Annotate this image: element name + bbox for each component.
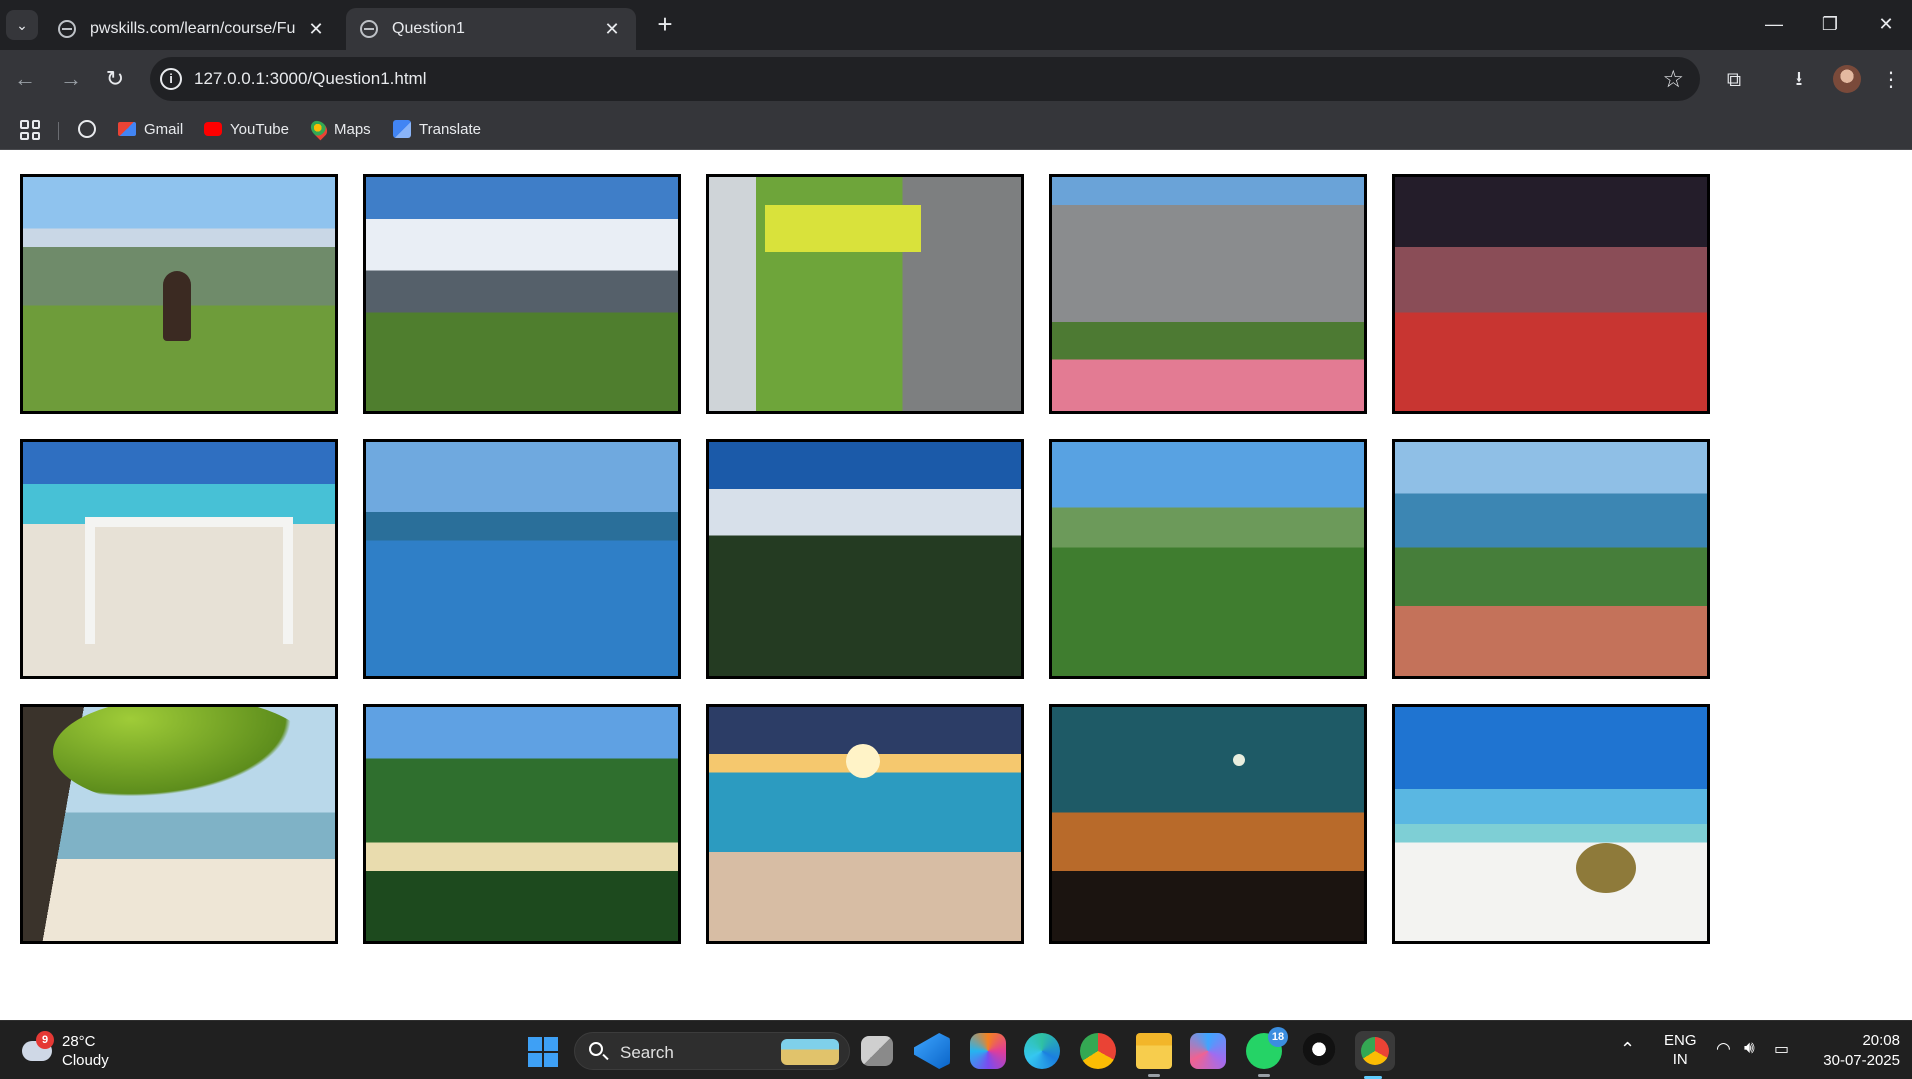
site-info-icon[interactable]: i [160,68,182,90]
globe-bookmark[interactable] [78,118,104,140]
globe-icon [58,20,76,38]
clock-time: 20:08 [1862,1032,1900,1049]
profile-avatar[interactable] [1833,65,1861,93]
gallery-image-glacier-mountain-forest [363,174,681,414]
bookmark-label: YouTube [230,120,289,138]
whatsapp-badge: 18 [1268,1027,1288,1047]
bookmark-youtube[interactable]: YouTube [204,118,289,140]
copilot-icon[interactable] [970,1033,1006,1069]
image-gallery [20,174,1710,944]
gallery-image-palm-tree-beach-swing [20,704,338,944]
menu-kebab-icon[interactable]: ⋮ [1877,66,1905,94]
apps-grid-icon[interactable] [20,120,40,140]
chrome-icon [1361,1037,1389,1065]
bookmark-gmail[interactable]: Gmail [118,118,183,140]
search-label: Search [620,1043,674,1062]
gmail-icon [118,122,136,136]
vscode-icon[interactable] [914,1033,950,1069]
tab-search-button[interactable]: ⌄ [6,10,38,40]
gallery-image-sunset-waves [706,704,1024,944]
bookmark-translate[interactable]: Translate [393,118,481,140]
bookmark-label: Maps [334,120,371,138]
translate-icon [393,120,411,138]
weather-temp: 28°C [62,1033,96,1050]
weather-condition: Cloudy [62,1052,109,1069]
search-highlight-image [781,1039,839,1065]
wifi-icon[interactable]: ◠ [1716,1039,1731,1059]
tab-pwskills[interactable]: pwskills.com/learn/course/Full- ✕ [44,8,340,50]
extensions-icon[interactable]: ⧉ [1720,66,1748,94]
url-text[interactable]: 127.0.0.1:3000/Question1.html [194,69,427,89]
bookmark-label: Gmail [144,120,184,138]
tab-close-icon[interactable]: ✕ [602,19,622,40]
bookmark-star-icon[interactable]: ☆ [1662,65,1684,94]
chrome-icon[interactable] [1080,1033,1116,1069]
page-content [0,151,1912,1020]
bookmarks-bar: Gmail YouTube Maps Translate [0,108,1912,150]
chevron-down-icon: ⌄ [16,16,28,33]
file-explorer-icon[interactable] [1136,1033,1172,1077]
gallery-image-moon-over-mountains [1049,704,1367,944]
reload-button[interactable]: ↻ [100,64,130,94]
forward-button[interactable]: → [56,64,86,94]
gallery-image-food-truck-street [706,174,1024,414]
gallery-image-infinity-pool-tropical [363,439,681,679]
taskbar-search[interactable]: Search [574,1032,850,1070]
back-button[interactable]: ← [10,64,40,94]
gallery-image-resort-stairs-sea-view [1392,439,1710,679]
download-icon[interactable]: ⭳ [1785,65,1813,93]
new-tab-button[interactable]: + [650,10,680,40]
battery-icon[interactable]: ▭ [1774,1039,1789,1059]
bookmark-maps[interactable]: Maps [307,117,371,141]
globe-icon [360,20,378,38]
globe-icon [78,120,96,138]
weather-badge: 9 [36,1031,54,1049]
gallery-image-coconut-on-beach [1392,704,1710,944]
youtube-icon [204,122,222,136]
gallery-image-coastal-hiking-trail [1049,439,1367,679]
bookmark-label: Translate [419,120,481,138]
clock-date: 30-07-2025 [1823,1052,1900,1069]
gallery-image-woman-on-bench-mountain-valley [20,174,338,414]
tab-title: Question1 [392,20,465,37]
weather-widget[interactable]: 9 28°C Cloudy [20,1031,140,1071]
chevron-up-icon[interactable]: ⌃ [1620,1039,1635,1060]
gallery-image-stone-house-flowers [1049,174,1367,414]
gallery-image-glacier-through-trees [706,439,1024,679]
tab-title: pwskills.com/learn/course/Full- [90,20,296,37]
gallery-image-beach-chairs [20,439,338,679]
restore-button[interactable]: ❐ [1802,8,1858,40]
linux-penguin-icon[interactable] [1301,1033,1337,1069]
close-window-button[interactable]: ✕ [1858,8,1912,40]
microsoft365-icon[interactable] [1190,1033,1226,1069]
tab-strip: ⌄ pwskills.com/learn/course/Full- ✕ Ques… [0,0,1912,50]
tab-question1[interactable]: Question1 ✕ [346,8,636,50]
system-clock[interactable]: 20:08 30-07-2025 [1814,1031,1900,1071]
whatsapp-icon[interactable]: 18 [1246,1027,1288,1077]
language-line1: ENG [1664,1032,1697,1049]
bookmarks-separator [58,122,59,140]
search-icon [589,1042,603,1056]
address-bar[interactable]: i 127.0.0.1:3000/Question1.html ☆ [150,57,1700,101]
edge-icon[interactable] [1024,1033,1060,1069]
gallery-image-night-market-dining [1392,174,1710,414]
taskbar: 9 28°C Cloudy Search 18 ⌃ ENG IN ◠ 🔊︎ ▭ … [0,1020,1912,1079]
browser-toolbar: ← → ↻ i 127.0.0.1:3000/Question1.html ☆ … [0,50,1912,108]
chrome-active-icon[interactable] [1355,1031,1395,1079]
maps-pin-icon [307,117,331,141]
gallery-image-bay-beach-forest [363,704,681,944]
language-indicator[interactable]: ENG IN [1664,1031,1697,1069]
language-line2: IN [1672,1051,1688,1068]
volume-icon[interactable]: 🔊︎ [1744,1038,1755,1058]
windows-start-icon[interactable] [528,1037,558,1067]
task-view-icon[interactable] [861,1036,893,1066]
minimize-button[interactable]: — [1746,8,1802,40]
tab-close-icon[interactable]: ✕ [306,19,326,40]
